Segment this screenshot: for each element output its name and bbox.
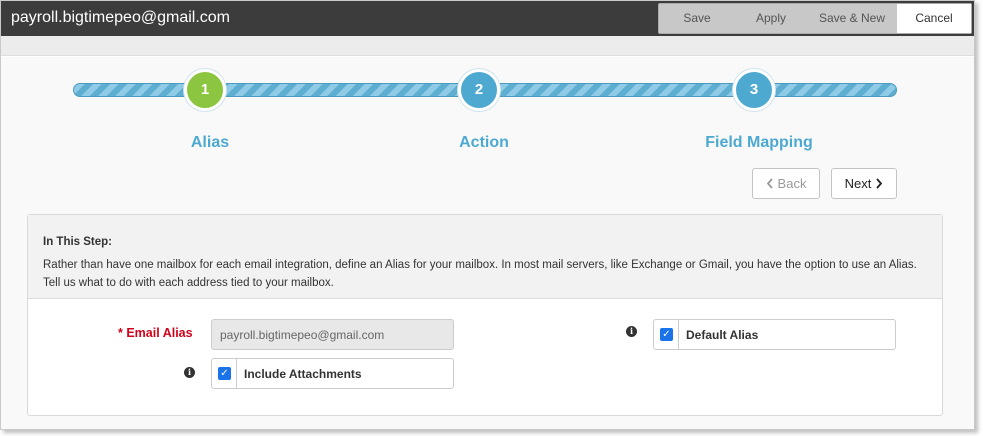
save-button[interactable]: Save (659, 4, 735, 33)
include-attachments-label: Include Attachments (244, 367, 362, 381)
step-1-circle[interactable]: 1 (184, 69, 226, 111)
panel-heading: In This Step: (43, 236, 112, 248)
window-title: payroll.bigtimepeo@gmail.com (11, 9, 230, 26)
next-label: Next (844, 176, 872, 191)
include-attachments-info-icon[interactable]: i (184, 367, 195, 378)
panel-header: In This Step: Rather than have one mailb… (28, 215, 942, 299)
chevron-right-icon (876, 178, 883, 189)
header-strip (1, 36, 974, 56)
default-alias-info-icon[interactable]: i (626, 326, 637, 337)
cancel-button[interactable]: Cancel (897, 4, 971, 33)
default-alias-label: Default Alias (686, 328, 759, 342)
wizard-window: payroll.bigtimepeo@gmail.com Save Apply … (0, 0, 975, 430)
toolbar: Save Apply Save & New Cancel (658, 3, 972, 34)
include-attachments-check-cell: ✓ (212, 359, 237, 388)
default-alias-check-cell: ✓ (654, 320, 679, 349)
step-2-label[interactable]: Action (404, 134, 564, 152)
check-icon: ✓ (218, 367, 231, 380)
back-label: Back (777, 176, 807, 191)
step-3-circle[interactable]: 3 (733, 69, 775, 111)
check-icon: ✓ (660, 328, 673, 341)
next-button[interactable]: Next (831, 168, 897, 199)
step-3-label[interactable]: Field Mapping (679, 134, 839, 152)
step-1-label[interactable]: Alias (130, 134, 290, 152)
apply-button[interactable]: Apply (735, 4, 807, 33)
include-attachments-checkbox[interactable]: ✓ Include Attachments (211, 358, 454, 389)
step-panel: In This Step: Rather than have one mailb… (27, 214, 943, 416)
title-bar: payroll.bigtimepeo@gmail.com Save Apply … (1, 1, 974, 36)
email-alias-input[interactable] (211, 319, 454, 350)
panel-description: Rather than have one mailbox for each em… (43, 259, 917, 289)
email-alias-label: * Email Alias (118, 326, 193, 340)
save-and-new-button[interactable]: Save & New (807, 4, 897, 33)
chevron-left-icon (766, 178, 773, 189)
step-2-circle[interactable]: 2 (458, 69, 500, 111)
default-alias-checkbox[interactable]: ✓ Default Alias (653, 319, 896, 350)
back-button[interactable]: Back (752, 168, 820, 199)
